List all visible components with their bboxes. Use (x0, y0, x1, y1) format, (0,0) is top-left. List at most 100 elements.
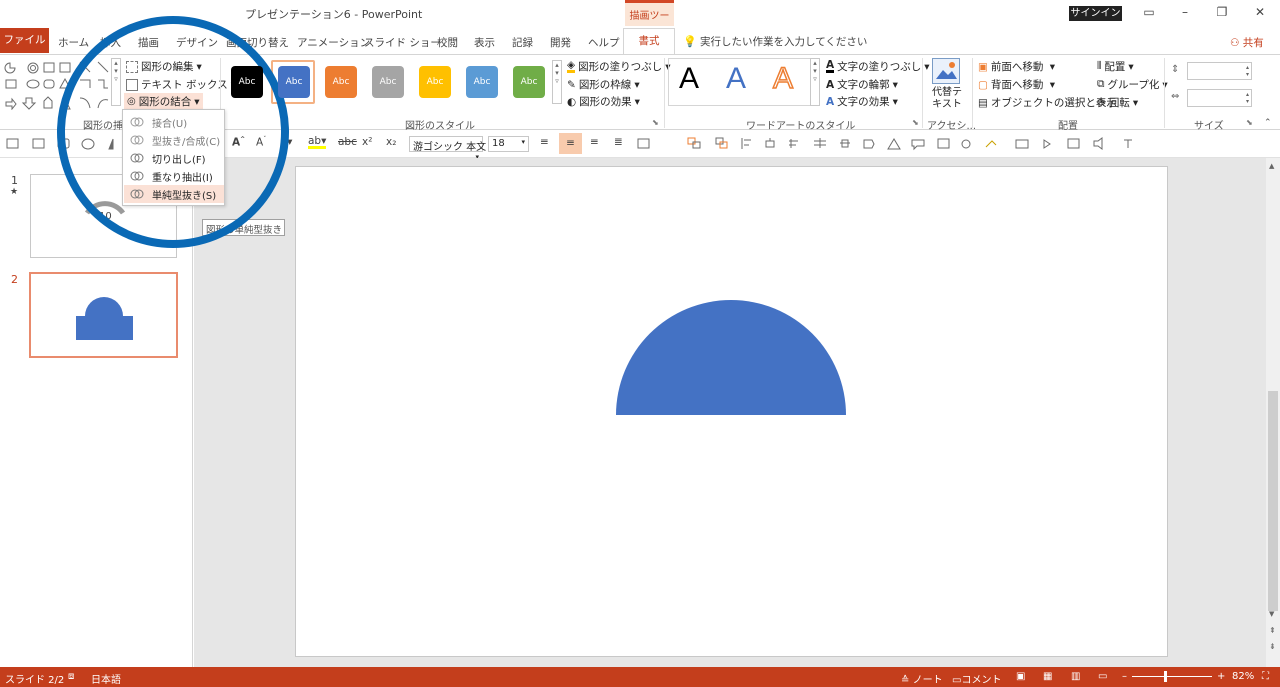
wordart-style-blue[interactable]: A (726, 62, 746, 96)
align-center-icon[interactable]: ≡ (559, 133, 582, 154)
text-effects-button[interactable]: A 文字の効果 ▾ (826, 94, 898, 109)
signin-button[interactable]: サインイン (1069, 6, 1122, 21)
comments-button[interactable]: ▭コメント (952, 671, 1001, 686)
scroll-down-icon[interactable]: ▼ (1269, 610, 1274, 618)
alt-text-icon[interactable] (932, 58, 960, 84)
collapse-ribbon-icon[interactable]: ⌃ (1264, 118, 1272, 128)
align-button[interactable]: ⫴ 配置 ▾ (1097, 59, 1134, 74)
shape-style-swatch[interactable]: Abc (513, 66, 545, 98)
shape-styles-scroll[interactable]: ▴ ▾ ▿ (552, 60, 562, 104)
effects-icon: ◐ (567, 95, 577, 108)
group-label: グループ化 (1107, 79, 1160, 91)
bring-forward-icon: ▣ (978, 60, 988, 73)
shape-effects-button[interactable]: ◐ 図形の効果 ▾ (567, 94, 640, 109)
wordart-launcher-icon[interactable]: ⬊ (912, 118, 919, 127)
shape-fill-button[interactable]: ◈ 図形の塗りつぶし ▾ (567, 59, 670, 74)
shape-effects-label: 図形の効果 (579, 96, 632, 108)
wordart-scroll[interactable]: ▴ ▾ ▿ (810, 58, 820, 106)
highlight-icon[interactable]: ab▾ (308, 136, 327, 149)
group-icon: ⧉ (1097, 78, 1105, 90)
spell-check-icon[interactable]: ⧈ (68, 671, 74, 682)
tab-developer[interactable]: 開発 (550, 35, 571, 50)
alt-text-label[interactable]: 代替テキスト (929, 87, 965, 111)
wordart-style-black[interactable]: A (679, 62, 699, 96)
shape-style-swatch[interactable]: Abc (419, 66, 451, 98)
tab-help[interactable]: ヘルプ (588, 35, 620, 50)
align-right-icon[interactable]: ≡ (590, 136, 599, 148)
normal-view-icon[interactable]: ▣ (1016, 671, 1025, 682)
send-backward-button[interactable]: ▢ 背面へ移動 ▾ (978, 77, 1055, 92)
size-launcher-icon[interactable]: ⬊ (1246, 118, 1253, 127)
font-name-value: 游ゴシック 本文 (413, 142, 487, 153)
shape-style-swatch[interactable]: Abc (325, 66, 357, 98)
text-outline-button[interactable]: A 文字の輪郭 ▾ (826, 77, 898, 92)
shape-style-swatch[interactable]: Abc (278, 66, 310, 98)
tab-view[interactable]: 表示 (474, 35, 495, 50)
subscript-icon[interactable]: x₂ (386, 136, 396, 148)
tab-record[interactable]: 記録 (512, 35, 533, 50)
shape-style-swatch[interactable]: Abc (231, 66, 263, 98)
shape-outline-button[interactable]: ✎ 図形の枠線 ▾ (567, 77, 640, 92)
lightbulb-icon: 💡 (683, 35, 697, 48)
superscript-icon[interactable]: x² (362, 136, 372, 148)
rotate-button[interactable]: ⟳ 回転 ▾ (1097, 95, 1138, 110)
slide-sorter-icon[interactable]: ▦ (1043, 671, 1052, 682)
semicircle-shape[interactable] (296, 167, 1169, 658)
comments-label: コメント (961, 675, 1002, 686)
ribbon-display-options-icon[interactable]: ▭ (1139, 4, 1159, 20)
wordart-style-orange-outline[interactable]: A (772, 61, 794, 96)
shape-fill-label: 図形の塗りつぶし (578, 61, 663, 73)
group-button[interactable]: ⧉ グループ化 ▾ (1097, 77, 1168, 92)
previous-slide-icon[interactable]: ⇞ (1269, 626, 1276, 635)
zoom-slider[interactable] (1132, 676, 1212, 677)
tab-home[interactable]: ホーム (58, 35, 89, 50)
group-label-arrange: 配置 (1058, 121, 1078, 132)
text-outline-icon: A (826, 78, 835, 91)
drawing-tools-context-label: 描画ツール (625, 0, 674, 37)
tab-slideshow[interactable]: スライド ショー (364, 35, 441, 50)
window-title: プレゼンテーション6 - PowerPoint (245, 8, 423, 21)
justify-icon[interactable]: ≣ (614, 136, 623, 148)
zoom-level[interactable]: 82% (1232, 671, 1254, 682)
tab-review[interactable]: 校閲 (437, 35, 458, 50)
tell-me-box[interactable]: 💡 実行したい作業を入力してください (683, 34, 867, 49)
language-indicator[interactable]: 日本語 (91, 671, 121, 686)
reading-view-icon[interactable]: ▥ (1071, 671, 1080, 682)
shape-styles-launcher-icon[interactable]: ⬊ (652, 118, 659, 127)
bring-forward-button[interactable]: ▣ 前面へ移動 ▾ (978, 59, 1055, 74)
shape-style-swatch[interactable]: Abc (372, 66, 404, 98)
slide-thumbnail-2[interactable] (29, 272, 178, 358)
align-left-icon[interactable]: ≡ (540, 136, 549, 148)
highlight-circle-annotation (57, 16, 289, 248)
zoom-in-icon[interactable]: + (1217, 671, 1225, 682)
restore-icon[interactable]: ❐ (1212, 4, 1232, 20)
next-slide-icon[interactable]: ⇟ (1269, 642, 1276, 651)
font-size-select[interactable]: 18 ▾ (488, 136, 529, 152)
align-icon: ⫴ (1097, 60, 1102, 72)
tab-animations[interactable]: アニメーション (297, 35, 370, 50)
vertical-scrollbar[interactable]: ▲ ▼ ⇞ ⇟ (1266, 158, 1280, 667)
width-input[interactable]: ▴ ▾ (1187, 89, 1252, 107)
tab-file[interactable]: ファイル (0, 28, 49, 53)
fit-to-window-icon[interactable]: ⛶ (1262, 671, 1269, 682)
font-name-select[interactable]: 游ゴシック 本文 ▾ (409, 136, 487, 161)
tab-format[interactable]: 書式 (623, 28, 675, 54)
share-button[interactable]: ⚇ 共有 (1230, 35, 1264, 50)
text-fill-button[interactable]: A 文字の塗りつぶし ▾ (826, 59, 930, 74)
zoom-slider-thumb[interactable] (1164, 671, 1167, 682)
send-backward-icon: ▢ (978, 78, 988, 91)
shape-style-swatch[interactable]: Abc (466, 66, 498, 98)
minimize-icon[interactable]: – (1175, 4, 1195, 20)
strikethrough-icon[interactable]: abc (338, 136, 357, 148)
zoom-out-icon[interactable]: – (1122, 671, 1127, 682)
scroll-up-icon[interactable]: ▲ (1269, 162, 1274, 170)
close-icon[interactable]: ✕ (1250, 4, 1270, 20)
text-outline-label: 文字の輪郭 (837, 79, 890, 91)
scrollbar-thumb[interactable] (1268, 391, 1278, 611)
slideshow-view-icon[interactable]: ▭ (1098, 671, 1107, 682)
quick-tools-row[interactable] (636, 137, 1156, 151)
height-input[interactable]: ▴ ▾ (1187, 62, 1252, 80)
notes-button[interactable]: ≙ ノート (901, 671, 943, 686)
group-label-wordart: ワードアートのスタイル (746, 121, 856, 132)
current-slide[interactable] (295, 166, 1168, 657)
